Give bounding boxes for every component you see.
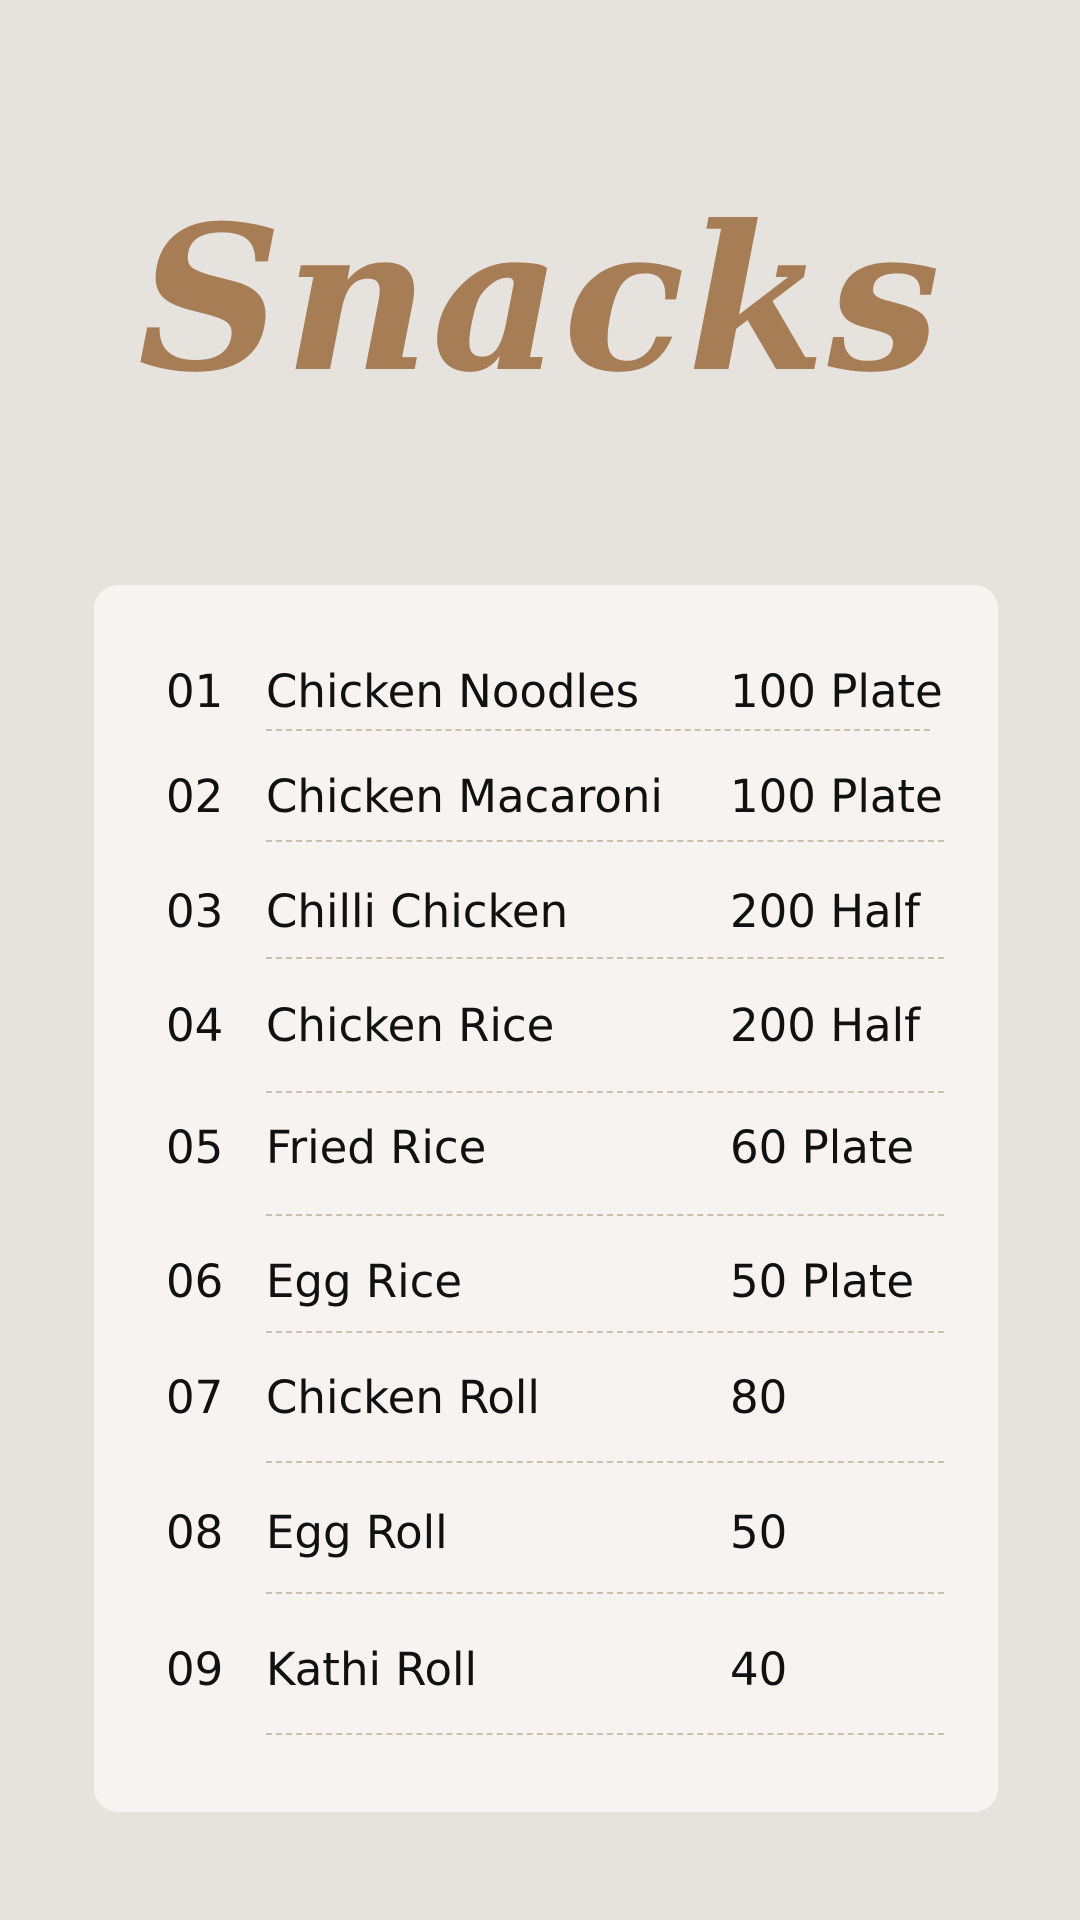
item-price: 50	[730, 1506, 788, 1559]
item-price: 100 Plate	[730, 770, 943, 823]
item-number: 02	[166, 770, 224, 823]
item-divider	[266, 840, 944, 842]
item-divider	[266, 1331, 944, 1333]
menu-item: 04 Chicken Rice 200 Half	[94, 991, 998, 1061]
item-price: 50 Plate	[730, 1255, 915, 1308]
item-price: 200 Half	[730, 885, 920, 938]
menu-item: 07 Chicken Roll 80	[94, 1363, 998, 1433]
item-number: 07	[166, 1371, 224, 1424]
menu-item: 08 Egg Roll 50	[94, 1498, 998, 1568]
menu-item: 02 Chicken Macaroni 100 Plate	[94, 762, 998, 832]
item-number: 09	[166, 1643, 224, 1696]
item-number: 08	[166, 1506, 224, 1559]
item-divider	[266, 1461, 944, 1463]
item-divider	[266, 1592, 944, 1594]
item-name: Chilli Chicken	[266, 885, 569, 938]
item-name: Chicken Noodles	[266, 665, 640, 718]
menu-item: 06 Egg Rice 50 Plate	[94, 1247, 998, 1317]
menu-item: 09 Kathi Roll 40	[94, 1635, 998, 1705]
menu-card: 01 Chicken Noodles 100 Plate 02 Chicken …	[94, 585, 998, 1812]
item-price: 40	[730, 1643, 788, 1696]
item-name: Egg Roll	[266, 1506, 448, 1559]
item-name: Chicken Macaroni	[266, 770, 663, 823]
item-number: 03	[166, 885, 224, 938]
menu-title: Snacks	[137, 182, 943, 417]
item-divider	[266, 957, 944, 959]
item-divider	[266, 729, 930, 731]
menu-item: 05 Fried Rice 60 Plate	[94, 1113, 998, 1183]
item-name: Chicken Rice	[266, 999, 555, 1052]
item-price: 80	[730, 1371, 788, 1424]
item-price: 100 Plate	[730, 665, 943, 718]
item-divider	[266, 1733, 944, 1735]
item-number: 04	[166, 999, 224, 1052]
item-number: 01	[166, 665, 224, 718]
item-name: Kathi Roll	[266, 1643, 478, 1696]
item-divider	[266, 1214, 944, 1216]
item-name: Chicken Roll	[266, 1371, 540, 1424]
item-name: Egg Rice	[266, 1255, 463, 1308]
menu-item: 01 Chicken Noodles 100 Plate	[94, 657, 998, 727]
item-number: 06	[166, 1255, 224, 1308]
item-price: 60 Plate	[730, 1121, 915, 1174]
item-price: 200 Half	[730, 999, 920, 1052]
menu-item: 03 Chilli Chicken 200 Half	[94, 877, 998, 947]
item-name: Fried Rice	[266, 1121, 487, 1174]
item-number: 05	[166, 1121, 224, 1174]
item-divider	[266, 1091, 944, 1093]
